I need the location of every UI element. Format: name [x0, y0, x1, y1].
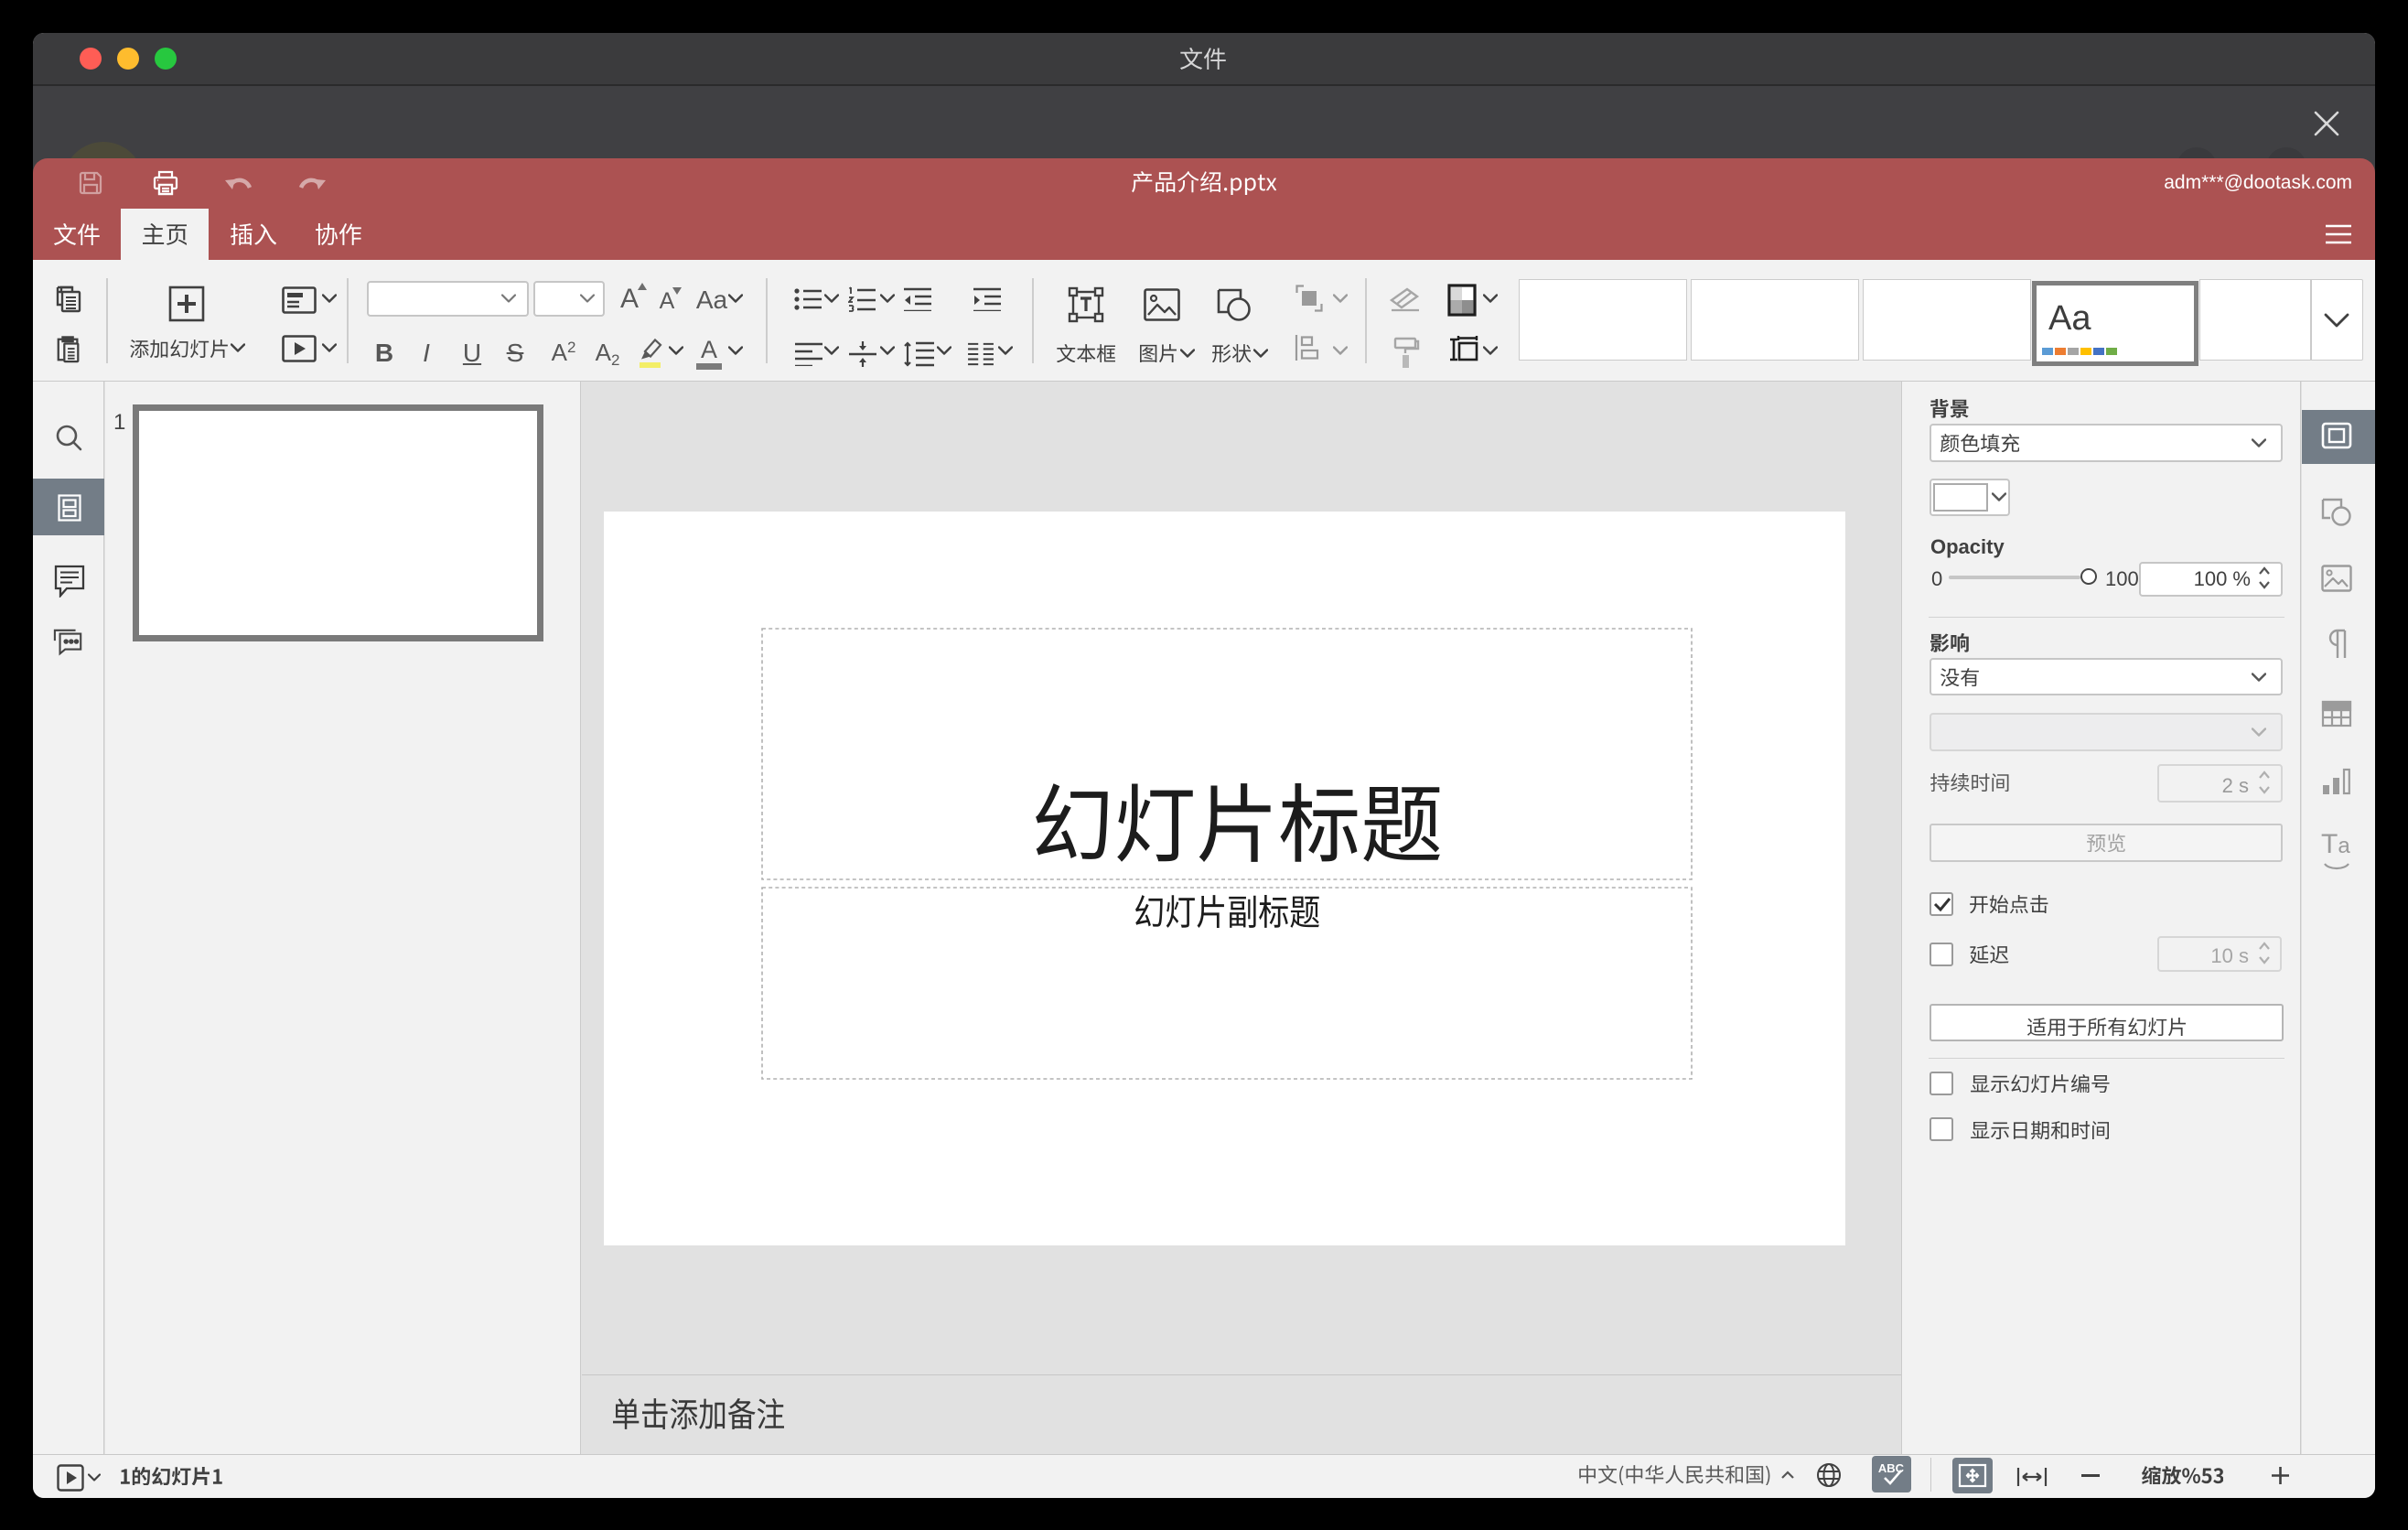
svg-text:ABC: ABC [1878, 1461, 1905, 1475]
